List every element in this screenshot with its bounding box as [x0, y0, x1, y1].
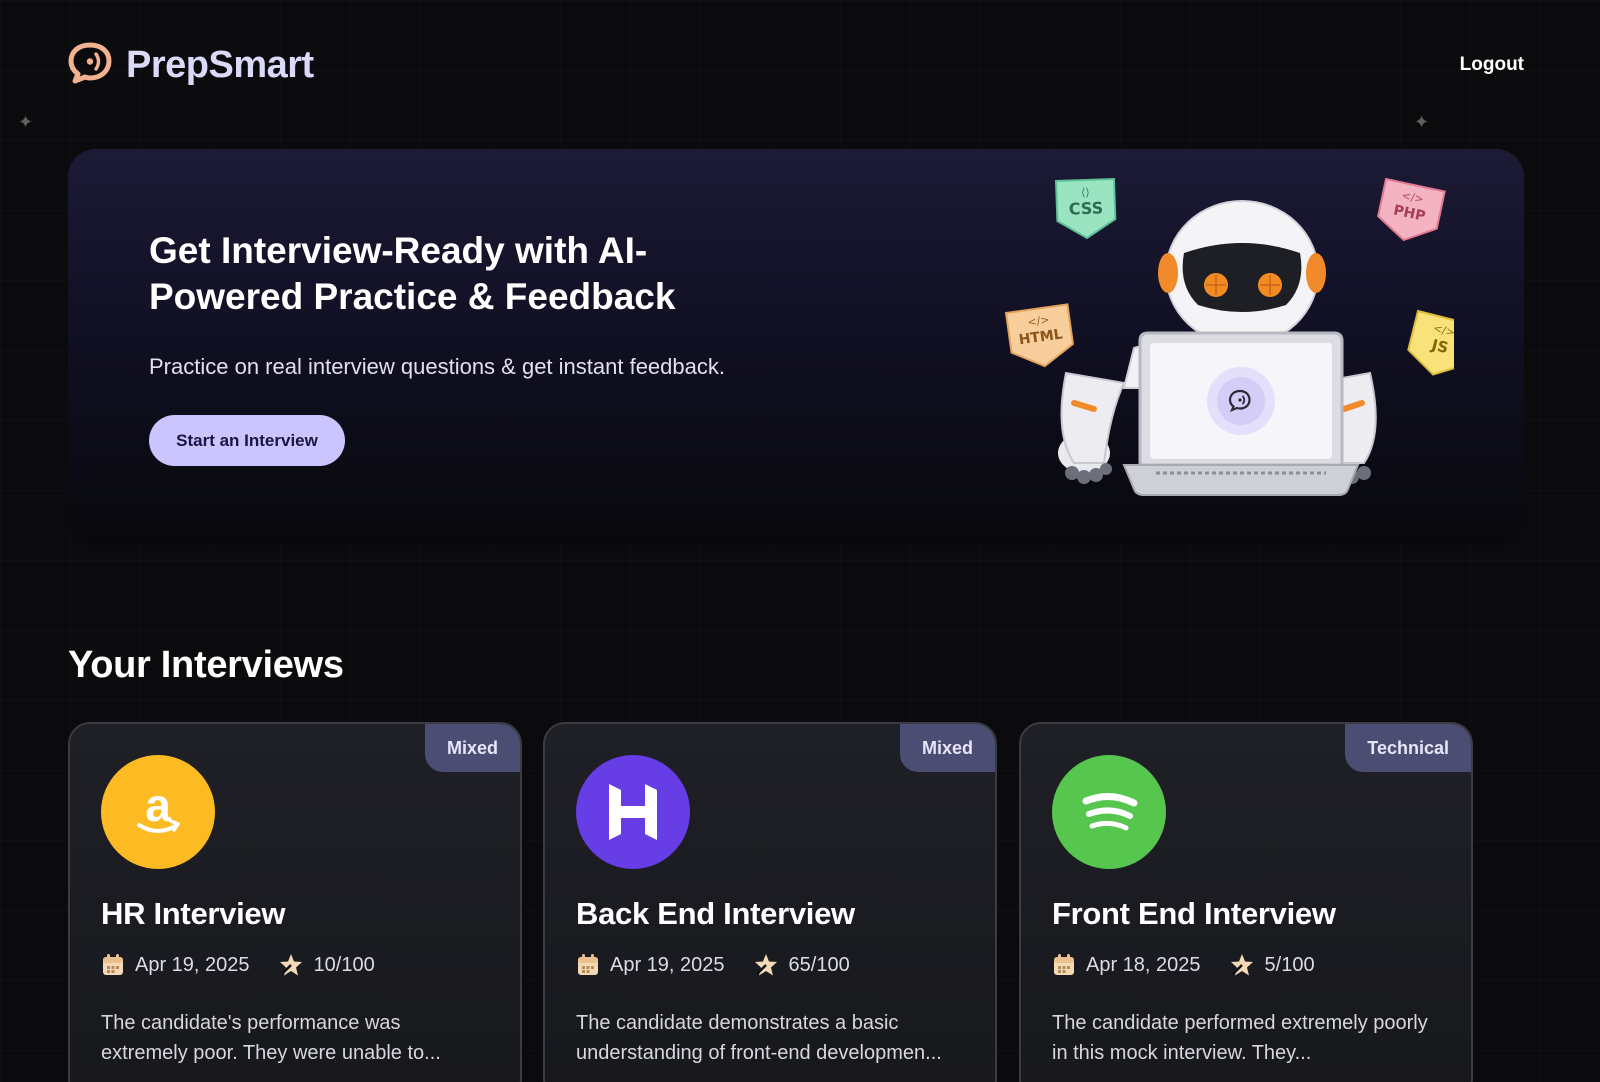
robot-laptop-illustration: ⟨⟩ CSS </> PHP </> HTML </> JS — [1004, 177, 1454, 496]
interview-card[interactable]: Technical Front End Interview Apr 18, 20… — [1019, 722, 1473, 1082]
hero-title: Get Interview-Ready with AI-Powered Prac… — [149, 230, 676, 317]
date-info: Apr 18, 2025 — [1052, 953, 1201, 977]
score-info: 65/100 — [753, 952, 850, 978]
svg-text:⟨⟩: ⟨⟩ — [1081, 186, 1090, 199]
hero-banner: Get Interview-Ready with AI-Powered Prac… — [68, 149, 1524, 545]
html-sticker-icon: </> HTML — [1004, 303, 1075, 368]
star-icon — [1230, 954, 1253, 976]
calendar-icon — [578, 954, 598, 975]
score-info: 5/100 — [1229, 952, 1315, 978]
date-info: Apr 19, 2025 — [101, 953, 250, 977]
logout-button[interactable]: Logout — [1460, 54, 1524, 76]
hero-subtitle: Practice on real interview questions & g… — [149, 354, 725, 379]
date-info: Apr 19, 2025 — [576, 953, 725, 977]
interview-type-badge: Mixed — [424, 724, 520, 772]
calendar-icon — [1054, 954, 1074, 975]
hostinger-logo-icon — [576, 755, 690, 869]
interview-date: Apr 19, 2025 — [610, 953, 725, 976]
brand-name: PrepSmart — [126, 43, 314, 86]
amazon-logo-icon: a — [101, 755, 215, 869]
interviews-section-title: Your Interviews — [68, 644, 344, 686]
interview-meta: Apr 19, 2025 10/100 — [101, 952, 375, 978]
sparkle-decoration: ✦ — [1414, 112, 1430, 132]
top-nav: PrepSmart Logout — [68, 38, 1532, 92]
interview-summary: The candidate performed extremely poorly… — [1052, 1012, 1428, 1064]
interview-meta: Apr 19, 2025 65/100 — [576, 952, 850, 978]
interview-role: Back End Interview — [576, 896, 855, 931]
interview-role: HR Interview — [101, 896, 286, 931]
interview-date: Apr 19, 2025 — [135, 953, 250, 976]
brand-link[interactable]: PrepSmart — [68, 41, 314, 90]
interview-summary: The candidate's performance was extremel… — [101, 1012, 441, 1064]
interview-type-badge: Technical — [1345, 724, 1471, 772]
star-icon — [279, 954, 302, 976]
score-info: 10/100 — [278, 952, 375, 978]
interview-score: 65/100 — [788, 953, 850, 976]
svg-text:CSS: CSS — [1068, 198, 1103, 218]
php-sticker-icon: </> PHP — [1377, 177, 1446, 242]
interview-card[interactable]: Mixed Back End Interview Apr 19, 2025 65… — [543, 722, 997, 1082]
svg-text:a: a — [145, 779, 171, 831]
interview-type-badge: Mixed — [899, 724, 995, 772]
interview-role: Front End Interview — [1052, 896, 1336, 931]
start-interview-button[interactable]: Start an Interview — [149, 415, 345, 466]
spotify-logo-icon — [1052, 755, 1166, 869]
interview-score: 5/100 — [1264, 953, 1315, 976]
chat-bubble-logo-icon — [68, 41, 116, 90]
sparkle-decoration: ✦ — [18, 112, 34, 132]
interview-meta: Apr 18, 2025 5/100 — [1052, 952, 1315, 978]
star-icon — [754, 954, 777, 976]
js-sticker-icon: </> JS — [1407, 309, 1454, 376]
interview-card[interactable]: Mixed a HR Interview Apr 19, 2025 10/100 — [68, 722, 522, 1082]
interview-score: 10/100 — [313, 953, 375, 976]
interview-date: Apr 18, 2025 — [1086, 953, 1201, 976]
css-sticker-icon: ⟨⟩ CSS — [1054, 177, 1117, 240]
calendar-icon — [103, 954, 123, 975]
interview-summary: The candidate demonstrates a basic under… — [576, 1012, 942, 1064]
